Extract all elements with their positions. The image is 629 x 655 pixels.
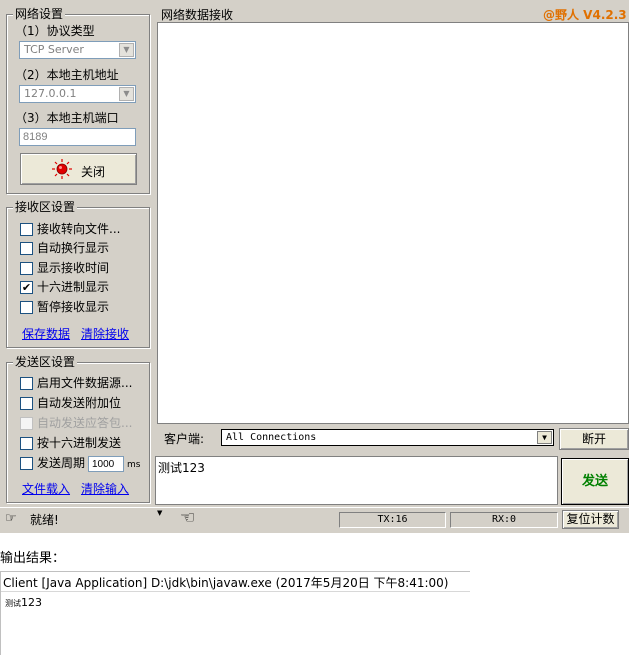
load-file-link[interactable]: 文件载入	[22, 480, 70, 497]
host-label: （2）本地主机地址	[15, 68, 119, 82]
checkbox[interactable]: ✔	[20, 281, 33, 294]
receive-textarea[interactable]	[157, 22, 629, 424]
send-settings-title: 发送区设置	[13, 355, 78, 369]
rx-counter: RX:0	[450, 512, 558, 528]
pointing-hand-outline-icon: ☜	[180, 508, 196, 528]
clear-receive-link[interactable]: 清除接收	[81, 325, 129, 342]
clear-input-link[interactable]: 清除输入	[81, 480, 129, 497]
console-title: Client [Java Application] D:\jdk\bin\jav…	[3, 576, 449, 590]
chevron-down-icon[interactable]: ▼	[119, 43, 134, 57]
console-output-value: 123	[21, 596, 42, 609]
client-label: 客户端:	[164, 432, 205, 446]
port-field[interactable]	[19, 128, 136, 146]
receive-settings-title: 接收区设置	[13, 200, 78, 214]
checkbox[interactable]	[20, 377, 33, 390]
console-output-line: 测试123	[5, 595, 42, 609]
chevron-down-icon[interactable]: ▼	[119, 87, 134, 101]
reset-count-label: 复位计数	[566, 512, 615, 526]
protocol-select[interactable]: TCP Server ▼	[19, 41, 136, 59]
status-bar: ☞ 就绪! ▼ ☜ TX:16 RX:0 复位计数	[0, 507, 629, 531]
close-connection-button[interactable]: 关闭	[20, 153, 137, 185]
protocol-select-value: TCP Server	[24, 43, 84, 56]
checkbox[interactable]	[20, 397, 33, 410]
host-address-value: 127.0.0.1	[24, 87, 77, 100]
console-title-bar: Client [Java Application] D:\jdk\bin\jav…	[1, 571, 470, 592]
protocol-label: （1）协议类型	[15, 24, 95, 38]
disconnect-label: 断开	[581, 432, 606, 446]
console-heading: 输出结果：	[0, 551, 66, 566]
send-input[interactable]: 测试123	[155, 456, 558, 505]
checkbox[interactable]	[20, 437, 33, 450]
chevron-down-icon[interactable]: ▼	[537, 431, 552, 444]
console-output-prefix: 测试	[5, 599, 21, 608]
client-select[interactable]: All Connections ▼	[221, 429, 554, 446]
tx-counter: TX:16	[339, 512, 446, 528]
send-period-field[interactable]	[88, 456, 124, 472]
close-connection-label: 关闭	[81, 165, 106, 179]
client-select-value: All Connections	[226, 432, 317, 443]
checkbox[interactable]	[20, 262, 33, 275]
network-settings-title: 网络设置	[13, 7, 66, 21]
send-input-text: 测试123	[158, 461, 205, 475]
save-data-link[interactable]: 保存数据	[22, 325, 70, 342]
host-address-select[interactable]: 127.0.0.1 ▼	[19, 85, 136, 103]
led-indicator-icon	[52, 159, 72, 179]
port-label: （3）本地主机端口	[15, 111, 119, 125]
console-panel: Client [Java Application] D:\jdk\bin\jav…	[0, 571, 470, 655]
reset-count-button[interactable]: 复位计数	[562, 510, 619, 529]
disconnect-button[interactable]: 断开	[559, 428, 629, 450]
pointing-hand-icon: ☞	[5, 511, 17, 526]
status-text: 就绪!	[30, 513, 59, 527]
send-period-unit: ms	[127, 460, 141, 470]
checkbox[interactable]	[20, 223, 33, 236]
brand-label: @野人 V4.2.3	[543, 8, 627, 22]
send-button-label: 发送	[581, 474, 608, 489]
checkbox[interactable]	[20, 301, 33, 314]
checkbox	[20, 417, 33, 430]
checkbox[interactable]	[20, 242, 33, 255]
checkbox[interactable]	[20, 457, 33, 470]
receive-area-title: 网络数据接收	[161, 8, 234, 22]
netassist-window: 网络设置 （1）协议类型 TCP Server ▼ （2）本地主机地址 127.…	[0, 0, 629, 533]
dropdown-marker-icon: ▼	[157, 509, 163, 517]
send-button[interactable]: 发送	[561, 458, 629, 505]
